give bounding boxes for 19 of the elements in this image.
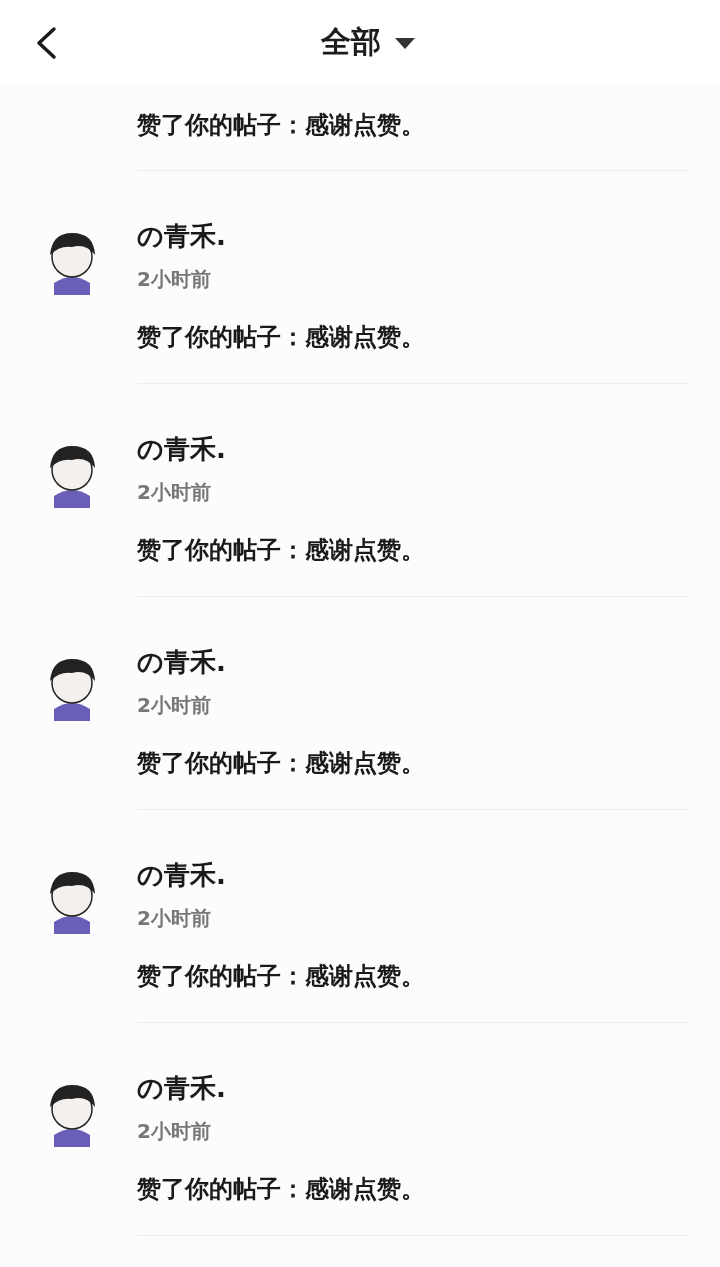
notification-text: 赞了你的帖子：感谢点赞。 (137, 535, 426, 566)
user-name[interactable]: の青禾. (137, 858, 688, 892)
user-name[interactable]: の青禾. (137, 219, 688, 253)
filter-dropdown[interactable]: 全部 (321, 22, 415, 63)
notification-text: 赞了你的帖子：感谢点赞。 (137, 748, 426, 779)
notification-text: 赞了你的帖子：感谢点赞。 (137, 1174, 426, 1205)
timestamp: 2小时前 (137, 479, 212, 506)
user-name[interactable]: の青禾. (137, 645, 688, 679)
user-name[interactable]: の青禾. (137, 1071, 688, 1105)
timestamp: 2小时前 (137, 692, 212, 719)
notification-text: 赞了你的帖子：感谢点赞。 (137, 110, 426, 141)
user-name[interactable]: の青禾. (137, 432, 688, 466)
timestamp: 2小时前 (137, 266, 212, 293)
timestamp: 2小时前 (137, 905, 212, 932)
caret-icon (395, 35, 415, 50)
notification-text: 赞了你的帖子：感谢点赞。 (137, 322, 426, 353)
timestamp: 2小时前 (137, 1118, 212, 1145)
notification-text: 赞了你的帖子：感谢点赞。 (137, 961, 426, 992)
back-icon[interactable] (34, 26, 58, 60)
